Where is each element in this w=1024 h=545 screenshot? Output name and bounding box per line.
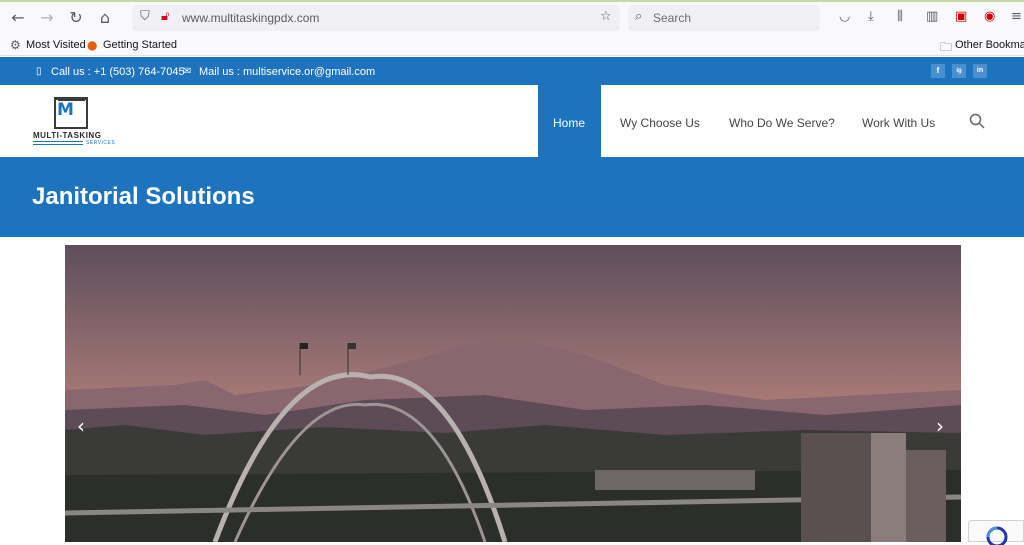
nav-home[interactable]: Home [553, 116, 585, 130]
gear-icon: ⚙ [10, 38, 21, 52]
download-icon[interactable]: ⤓ [868, 9, 874, 24]
folder-icon: 🗀 [940, 40, 953, 54]
linkedin-icon[interactable]: in [973, 64, 987, 78]
hero-slider-image[interactable] [65, 245, 961, 542]
back-icon[interactable]: ← [8, 8, 28, 28]
bookmark-getting-started[interactable]: Getting Started [103, 39, 177, 51]
slider-next-arrow[interactable]: › [936, 414, 944, 438]
call-us-text[interactable]: Call us : +1 (503) 764-7045 [51, 66, 185, 78]
recaptcha-badge[interactable] [968, 520, 1024, 545]
instagram-icon[interactable]: ig [952, 64, 966, 78]
recaptcha-icon [986, 526, 1008, 545]
other-bookmarks[interactable]: Other Bookmarks [955, 39, 1024, 51]
mail-us-text[interactable]: Mail us : multiservice.or@gmail.com [199, 66, 375, 78]
account-icon[interactable]: ◉ [984, 9, 995, 24]
logo-mark[interactable]: M [57, 100, 74, 120]
logo-name[interactable]: MULTI-TASKING [33, 131, 101, 140]
phone-icon: ▯ [36, 66, 42, 77]
bookmark-star-icon[interactable]: ☆ [600, 9, 612, 24]
url-text[interactable]: www.multitaskingpdx.com [182, 11, 319, 25]
menu-icon[interactable]: ≡ [1011, 9, 1022, 24]
logo-lines [33, 141, 83, 145]
home-icon[interactable]: ⌂ [95, 8, 115, 28]
firefox-icon: ● [87, 38, 98, 52]
page-title: Janitorial Solutions [32, 183, 255, 210]
library-icon[interactable]: ⫼ [897, 9, 903, 24]
nav-work-with-us[interactable]: Work With Us [862, 116, 935, 130]
slider-prev-arrow[interactable]: ‹ [77, 414, 85, 438]
pocket-icon[interactable]: ◡ [839, 9, 850, 24]
mail-icon: ✉ [183, 66, 192, 77]
bookmark-most-visited[interactable]: Most Visited [26, 39, 86, 51]
nav-why-choose-us[interactable]: Wy Choose Us [620, 116, 700, 130]
reload-icon[interactable]: ↻ [66, 8, 86, 28]
search-icon: ⌕ [635, 9, 643, 24]
nav-search-icon[interactable] [969, 113, 985, 129]
shield-icon[interactable]: ⛉ [140, 9, 150, 24]
forward-icon[interactable]: → [37, 8, 57, 28]
browser-search-placeholder[interactable]: Search [653, 11, 691, 25]
sidebar-icon[interactable]: ▥ [926, 9, 938, 24]
lock-insecure-icon[interactable]: 🔓︎ [161, 9, 169, 24]
extension-icon[interactable]: ▣ [955, 9, 967, 24]
facebook-icon[interactable]: f [931, 64, 945, 78]
nav-who-do-we-serve[interactable]: Who Do We Serve? [729, 116, 835, 130]
logo-sub: SERVICES [86, 140, 116, 146]
